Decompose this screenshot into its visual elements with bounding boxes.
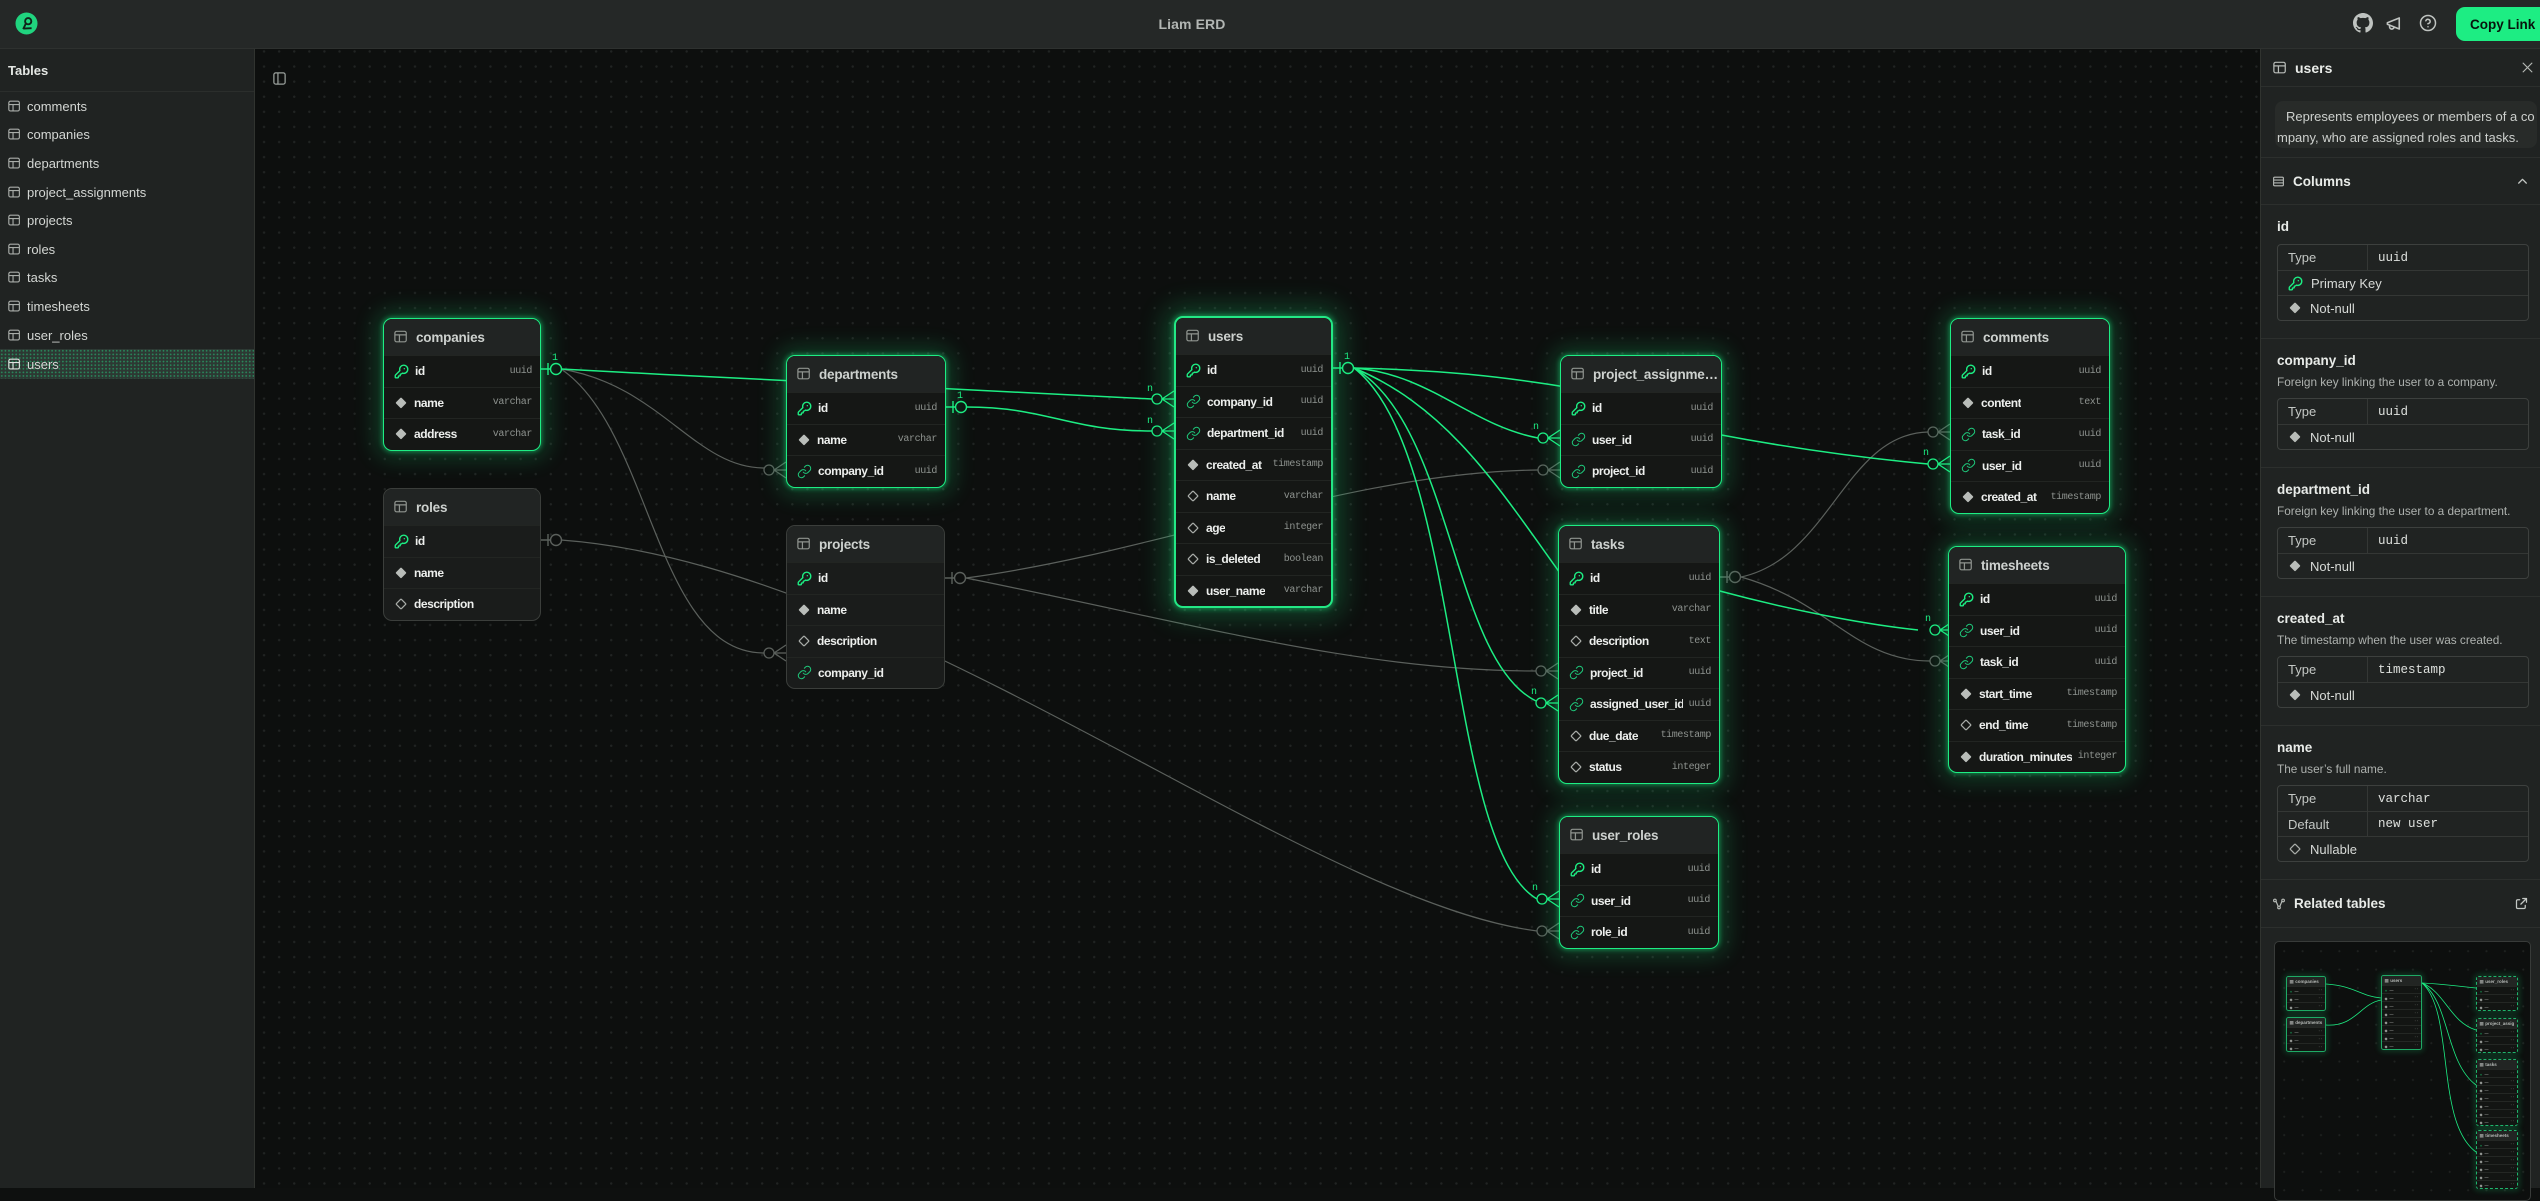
svg-text:n: n	[1531, 687, 1537, 698]
svg-text:n: n	[1923, 448, 1929, 459]
svg-text:1: 1	[957, 391, 963, 402]
svg-text:n: n	[1533, 422, 1539, 433]
svg-text:n: n	[1532, 883, 1538, 894]
svg-text:n: n	[1925, 614, 1931, 625]
svg-text:n: n	[1147, 384, 1153, 395]
svg-text:n: n	[1147, 416, 1153, 427]
svg-text:1: 1	[552, 353, 558, 364]
svg-text:1: 1	[1344, 352, 1350, 363]
